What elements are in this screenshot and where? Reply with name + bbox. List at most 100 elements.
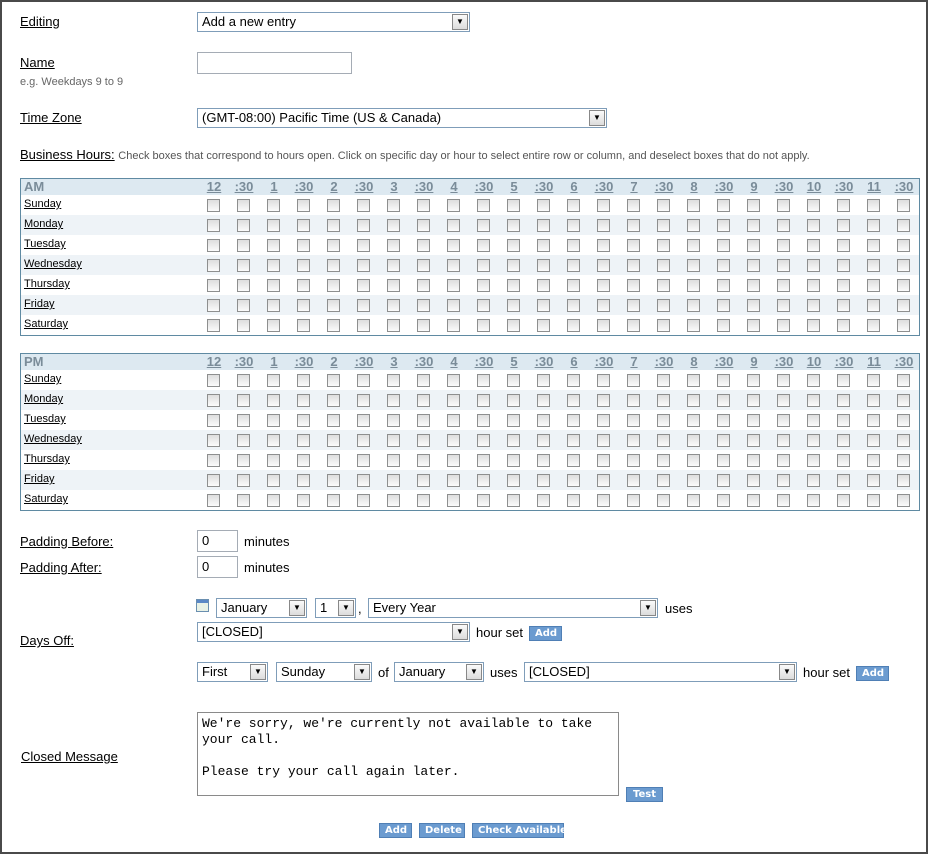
am-column-header[interactable]: 9: [739, 179, 769, 195]
am-hour-checkbox[interactable]: [357, 319, 370, 332]
pm-column-header[interactable]: 10: [799, 354, 829, 370]
pm-hour-checkbox[interactable]: [297, 454, 310, 467]
pm-hour-checkbox[interactable]: [837, 434, 850, 447]
am-hour-checkbox[interactable]: [687, 199, 700, 212]
rule-add-button[interactable]: Add: [856, 666, 889, 681]
am-hour-checkbox[interactable]: [777, 199, 790, 212]
pm-hour-checkbox[interactable]: [717, 454, 730, 467]
pm-hour-checkbox[interactable]: [567, 434, 580, 447]
am-hour-checkbox[interactable]: [207, 199, 220, 212]
am-hour-checkbox[interactable]: [687, 299, 700, 312]
pm-hour-checkbox[interactable]: [207, 494, 220, 507]
pm-column-header[interactable]: :30: [289, 354, 319, 370]
pm-hour-checkbox[interactable]: [837, 494, 850, 507]
am-hour-checkbox[interactable]: [747, 259, 760, 272]
pm-hour-checkbox[interactable]: [717, 434, 730, 447]
pm-hour-checkbox[interactable]: [417, 374, 430, 387]
pm-hour-checkbox[interactable]: [507, 474, 520, 487]
pm-hour-checkbox[interactable]: [777, 374, 790, 387]
pm-hour-checkbox[interactable]: [537, 434, 550, 447]
am-day-label[interactable]: Tuesday: [24, 238, 66, 250]
pm-hour-checkbox[interactable]: [207, 414, 220, 427]
am-hour-checkbox[interactable]: [507, 219, 520, 232]
pm-hour-checkbox[interactable]: [477, 374, 490, 387]
pm-hour-checkbox[interactable]: [747, 434, 760, 447]
pm-hour-checkbox[interactable]: [687, 494, 700, 507]
am-hour-checkbox[interactable]: [507, 299, 520, 312]
pm-hour-checkbox[interactable]: [657, 454, 670, 467]
pm-hour-checkbox[interactable]: [687, 394, 700, 407]
am-hour-checkbox[interactable]: [507, 239, 520, 252]
am-column-header[interactable]: 10: [799, 179, 829, 195]
pm-hour-checkbox[interactable]: [867, 474, 880, 487]
am-hour-checkbox[interactable]: [507, 279, 520, 292]
pm-hour-checkbox[interactable]: [207, 374, 220, 387]
padding-before-input[interactable]: 0: [197, 530, 238, 552]
am-hour-checkbox[interactable]: [567, 199, 580, 212]
am-hour-checkbox[interactable]: [897, 319, 910, 332]
am-hour-checkbox[interactable]: [327, 239, 340, 252]
am-hour-checkbox[interactable]: [807, 219, 820, 232]
am-hour-checkbox[interactable]: [657, 259, 670, 272]
am-hour-checkbox[interactable]: [867, 259, 880, 272]
pm-hour-checkbox[interactable]: [267, 374, 280, 387]
pm-hour-checkbox[interactable]: [327, 454, 340, 467]
am-hour-checkbox[interactable]: [447, 199, 460, 212]
am-column-header[interactable]: 6: [559, 179, 589, 195]
am-hour-checkbox[interactable]: [597, 259, 610, 272]
rule-ordinal-select[interactable]: First ▼: [197, 662, 268, 682]
am-hour-checkbox[interactable]: [837, 239, 850, 252]
am-hour-checkbox[interactable]: [867, 299, 880, 312]
am-hour-checkbox[interactable]: [747, 299, 760, 312]
am-hour-checkbox[interactable]: [657, 199, 670, 212]
delete-button[interactable]: Delete: [419, 823, 465, 838]
pm-hour-checkbox[interactable]: [657, 474, 670, 487]
am-hour-checkbox[interactable]: [687, 219, 700, 232]
pm-hour-checkbox[interactable]: [897, 454, 910, 467]
am-hour-checkbox[interactable]: [567, 319, 580, 332]
am-hour-checkbox[interactable]: [567, 239, 580, 252]
am-hour-checkbox[interactable]: [867, 279, 880, 292]
pm-hour-checkbox[interactable]: [597, 434, 610, 447]
am-hour-checkbox[interactable]: [267, 279, 280, 292]
am-hour-checkbox[interactable]: [807, 259, 820, 272]
pm-hour-checkbox[interactable]: [267, 474, 280, 487]
am-hour-checkbox[interactable]: [537, 319, 550, 332]
am-day-label[interactable]: Sunday: [24, 198, 61, 210]
pm-column-header[interactable]: :30: [469, 354, 499, 370]
pm-hour-checkbox[interactable]: [867, 454, 880, 467]
am-hour-checkbox[interactable]: [477, 299, 490, 312]
pm-hour-checkbox[interactable]: [627, 394, 640, 407]
pm-hour-checkbox[interactable]: [627, 454, 640, 467]
pm-hour-checkbox[interactable]: [837, 394, 850, 407]
am-column-header[interactable]: 8: [679, 179, 709, 195]
am-hour-checkbox[interactable]: [387, 199, 400, 212]
add-button[interactable]: Add: [379, 823, 412, 838]
pm-hour-checkbox[interactable]: [267, 434, 280, 447]
pm-hour-checkbox[interactable]: [777, 454, 790, 467]
am-hour-checkbox[interactable]: [807, 239, 820, 252]
am-hour-checkbox[interactable]: [267, 259, 280, 272]
am-hour-checkbox[interactable]: [627, 219, 640, 232]
pm-hour-checkbox[interactable]: [327, 394, 340, 407]
pm-hour-checkbox[interactable]: [807, 414, 820, 427]
pm-hour-checkbox[interactable]: [657, 494, 670, 507]
pm-hour-checkbox[interactable]: [837, 474, 850, 487]
pm-hour-checkbox[interactable]: [747, 454, 760, 467]
pm-hour-checkbox[interactable]: [327, 474, 340, 487]
pm-hour-checkbox[interactable]: [327, 374, 340, 387]
am-column-header[interactable]: 3: [379, 179, 409, 195]
days-off-day-select[interactable]: 1 ▼: [315, 598, 356, 618]
am-hour-checkbox[interactable]: [627, 279, 640, 292]
am-column-header[interactable]: 1: [259, 179, 289, 195]
pm-hour-checkbox[interactable]: [747, 474, 760, 487]
am-column-header[interactable]: :30: [349, 179, 379, 195]
am-hour-checkbox[interactable]: [807, 319, 820, 332]
am-hour-checkbox[interactable]: [537, 279, 550, 292]
pm-column-header[interactable]: 3: [379, 354, 409, 370]
pm-hour-checkbox[interactable]: [897, 434, 910, 447]
am-hour-checkbox[interactable]: [897, 199, 910, 212]
am-hour-checkbox[interactable]: [327, 299, 340, 312]
am-hour-checkbox[interactable]: [417, 319, 430, 332]
pm-hour-checkbox[interactable]: [807, 394, 820, 407]
